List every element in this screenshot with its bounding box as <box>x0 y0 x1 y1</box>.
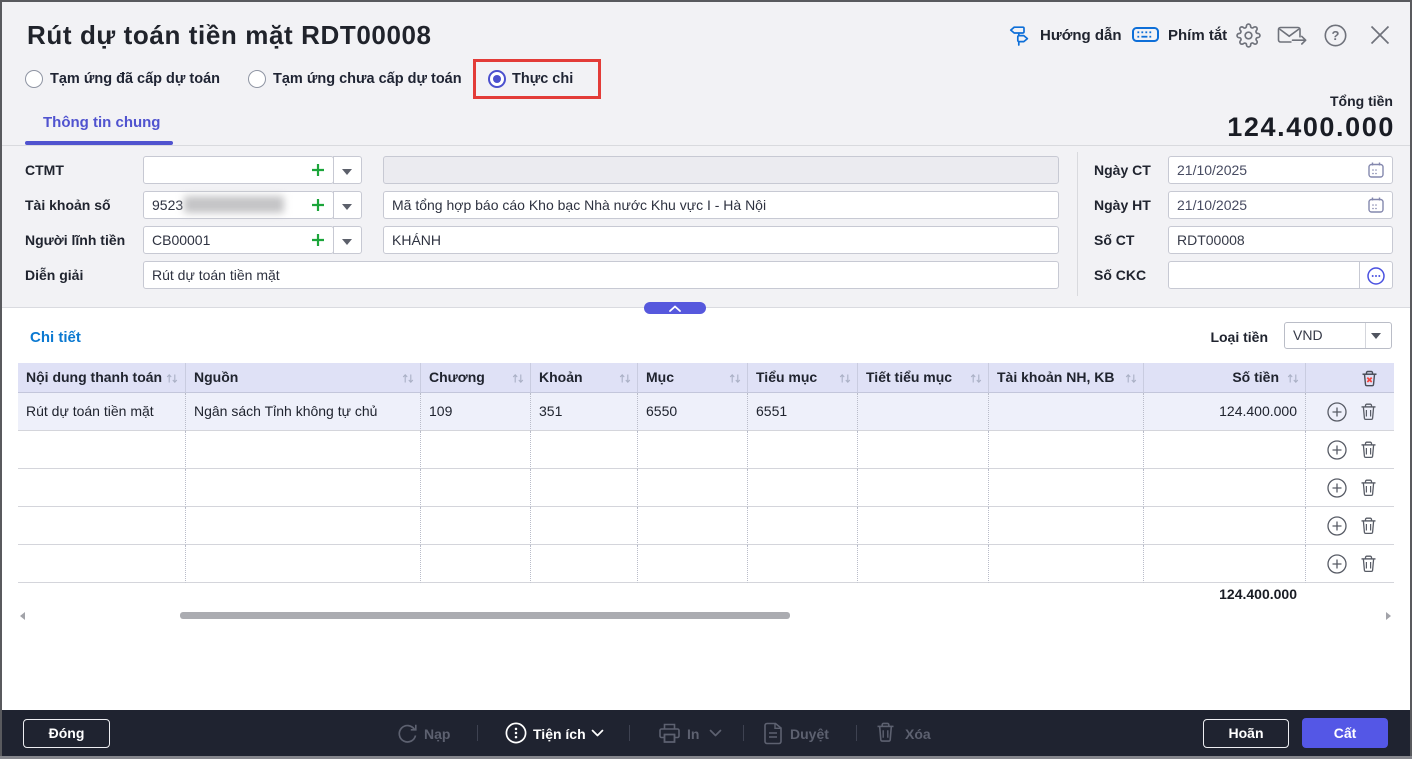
svg-text:?: ? <box>1332 28 1340 43</box>
